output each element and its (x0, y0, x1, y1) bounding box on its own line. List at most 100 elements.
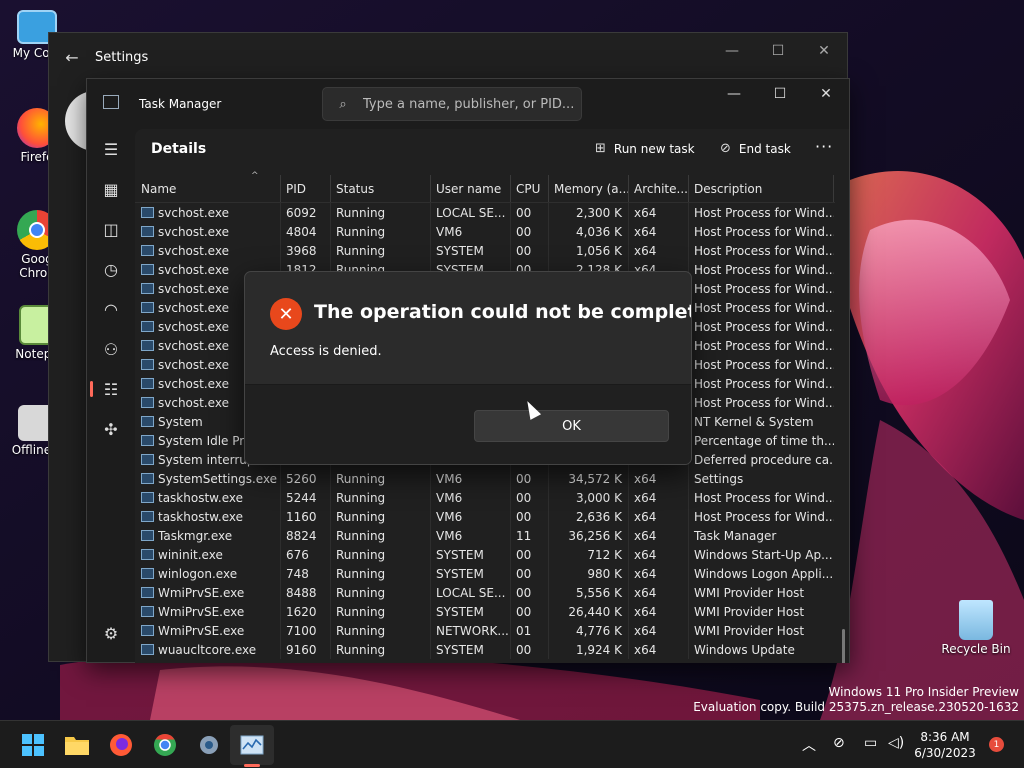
process-name-text: svchost.exe (158, 243, 229, 258)
search-box[interactable]: ⌕ (322, 87, 582, 121)
close-icon[interactable]: ✕ (803, 79, 849, 109)
cell-description: Host Process for Wind... (694, 224, 834, 239)
volume-icon[interactable]: ◁) (888, 735, 904, 751)
cell-pid: 5244 (281, 488, 331, 507)
cell-cpu: 00 (511, 488, 549, 507)
desktop-icon-recycle-bin[interactable]: Recycle Bin (940, 600, 1012, 656)
cell-user-name: VM6 (431, 222, 511, 241)
cell-status: Running (331, 526, 431, 545)
cell-cpu: 00 (511, 507, 549, 526)
column-header-name[interactable]: Name (135, 175, 281, 202)
run-new-task-button[interactable]: ⊞ Run new task (595, 141, 695, 156)
minimize-icon[interactable]: — (711, 79, 757, 109)
cell-description: Host Process for Wind... (694, 205, 834, 220)
cell-status: Running (331, 564, 431, 583)
table-row[interactable]: WmiPrvSE.exe 1620 Running SYSTEM 00 26,440 Kx… (135, 602, 835, 621)
column-header-pid[interactable]: PID (281, 175, 331, 202)
nav-services-icon[interactable]: ✣ (87, 409, 135, 449)
process-name-text: svchost.exe (158, 300, 229, 315)
cell-cpu: 11 (511, 526, 549, 545)
close-icon[interactable]: ✕ (801, 33, 847, 69)
cell-description: Host Process for Wind... (694, 509, 834, 524)
ok-button[interactable]: OK (474, 410, 669, 442)
nav-settings-gear-icon[interactable]: ⚙ (87, 613, 135, 653)
cell-cpu: 00 (511, 640, 549, 659)
nav-processes-icon[interactable]: ▦ (87, 169, 135, 209)
table-row[interactable]: WmiPrvSE.exe 8488 Running LOCAL SE... 00 5,55… (135, 583, 835, 602)
task-manager-app-icon (103, 95, 119, 109)
column-header-user[interactable]: User name (431, 175, 511, 202)
end-task-button[interactable]: ⊘ End task (720, 141, 791, 156)
table-row[interactable]: taskhostw.exe 1160 Running VM6 00 2,636 Kx64 H… (135, 507, 835, 526)
process-icon (141, 264, 154, 275)
table-row[interactable]: Taskmgr.exe 8824 Running VM6 11 36,256 Kx64 Ta… (135, 526, 835, 545)
cell-user-name: SYSTEM (431, 602, 511, 621)
file-explorer-icon[interactable] (61, 729, 93, 761)
start-windows-icon[interactable] (17, 729, 49, 761)
task-manager-titlebar[interactable]: Task Manager ⌕ — ☐ ✕ (87, 79, 849, 129)
table-row[interactable]: winlogon.exe 748 Running SYSTEM 00 980 Kx64 Wi… (135, 564, 835, 583)
task-manager-title: Task Manager (139, 97, 222, 111)
back-arrow-icon[interactable]: ← (49, 48, 95, 67)
table-row[interactable]: SystemSettings.exe 5260 Running VM6 00 34,572… (135, 469, 835, 488)
more-options-icon[interactable]: ··· (815, 137, 833, 156)
maximize-icon[interactable]: ☐ (757, 79, 803, 109)
nav-details-icon[interactable]: ☷ (87, 369, 135, 409)
firefox-taskbar-icon[interactable] (105, 729, 137, 761)
process-name-text: svchost.exe (158, 281, 229, 296)
maximize-icon[interactable]: ☐ (755, 33, 801, 69)
cell-status: Running (331, 222, 431, 241)
cell-status: Running (331, 203, 431, 222)
dialog-footer: OK (245, 384, 691, 464)
process-name-text: System Idle Proc (158, 433, 258, 448)
column-header-architecture[interactable]: Archite... (629, 175, 689, 202)
network-disconnected-icon[interactable]: ⊘ (833, 735, 845, 751)
table-row[interactable]: svchost.exe 6092 Running LOCAL SE... 00 2,300… (135, 203, 835, 222)
clock-time: 8:36 AM (920, 730, 970, 744)
hamburger-menu-icon[interactable]: ☰ (87, 129, 135, 169)
minimize-icon[interactable]: — (709, 33, 755, 69)
process-name-text: System (158, 414, 203, 429)
task-manager-taskbar-icon[interactable] (236, 729, 268, 761)
table-row[interactable]: wininit.exe 676 Running SYSTEM 00 712 Kx64 Win… (135, 545, 835, 564)
nav-performance-icon[interactable]: ◫ (87, 209, 135, 249)
process-icon (141, 454, 154, 465)
process-icon (141, 492, 154, 503)
chevron-up-icon[interactable]: ︿ (802, 735, 816, 755)
process-icon (141, 378, 154, 389)
cell-memory: 1,056 K (549, 241, 629, 260)
column-header-status[interactable]: Status (331, 175, 431, 202)
table-row[interactable]: taskhostw.exe 5244 Running VM6 00 3,000 Kx64 H… (135, 488, 835, 507)
display-icon[interactable]: ▭ (864, 735, 877, 751)
table-row[interactable]: svchost.exe 4804 Running VM6 00 4,036 Kx64 Hos… (135, 222, 835, 241)
process-icon (141, 530, 154, 541)
process-icon (141, 473, 154, 484)
nav-startup-apps-icon[interactable]: ◠ (87, 289, 135, 329)
scrollbar[interactable] (842, 629, 845, 663)
task-manager-nav: ☰ ▦ ◫ ◷ ◠ ⚇ ☷ ✣ ⚙ (87, 129, 135, 663)
cell-architecture: x64 (629, 545, 689, 564)
cell-process-name: SystemSettings.exe (135, 469, 281, 488)
cell-memory: 5,556 K (549, 583, 629, 602)
table-row[interactable]: WmiPrvSE.exe 7100 Running NETWORK... 01 4,776… (135, 621, 835, 640)
process-icon (141, 587, 154, 598)
evaluation-watermark: Windows 11 Pro Insider Preview Evaluatio… (693, 685, 1019, 715)
process-name-text: svchost.exe (158, 262, 229, 277)
nav-users-icon[interactable]: ⚇ (87, 329, 135, 369)
nav-app-history-icon[interactable]: ◷ (87, 249, 135, 289)
search-input[interactable] (363, 96, 573, 112)
column-header-cpu[interactable]: CPU (511, 175, 549, 202)
cell-status: Running (331, 507, 431, 526)
process-name-text: svchost.exe (158, 224, 229, 239)
settings-taskbar-gear-icon[interactable] (193, 729, 225, 761)
taskbar-clock[interactable]: 8:36 AM 6/30/2023 (910, 729, 980, 761)
table-row[interactable]: wuaucltcore.exe 9160 Running SYSTEM 00 1,924 … (135, 640, 835, 659)
cell-cpu: 00 (511, 203, 549, 222)
cell-cpu: 00 (511, 469, 549, 488)
column-header-memory[interactable]: Memory (a... (549, 175, 629, 202)
notification-badge[interactable]: 1 (989, 737, 1004, 752)
chrome-taskbar-icon[interactable] (149, 729, 181, 761)
cell-cpu: 00 (511, 545, 549, 564)
table-row[interactable]: svchost.exe 3968 Running SYSTEM 00 1,056 Kx64… (135, 241, 835, 260)
column-header-description[interactable]: Description (689, 175, 834, 202)
